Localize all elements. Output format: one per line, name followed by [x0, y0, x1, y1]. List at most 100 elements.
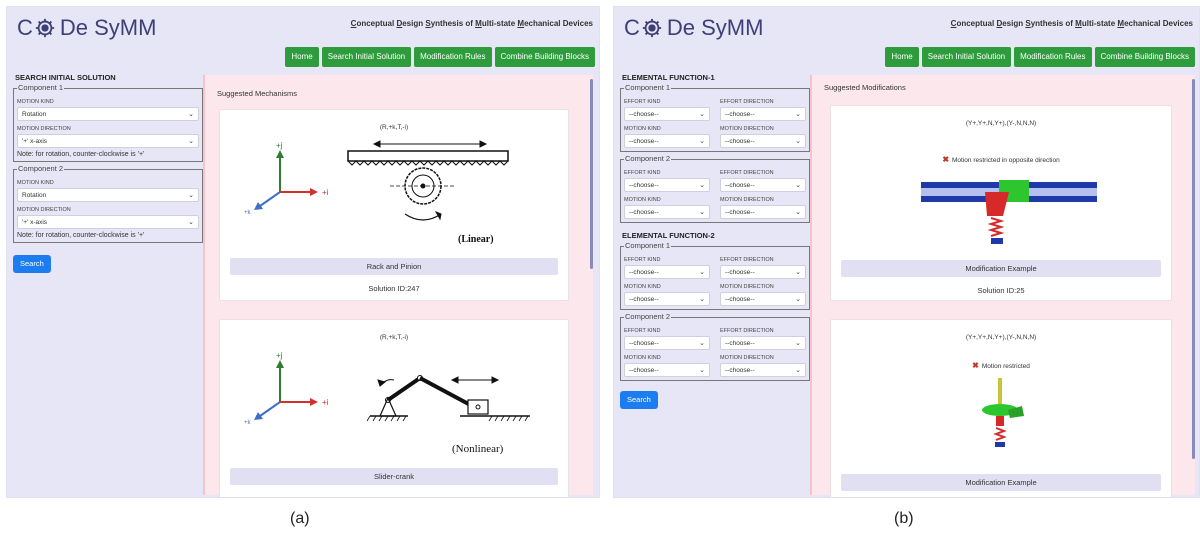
chevron-down-icon: ⌄: [699, 296, 705, 303]
axis-label-j: +j: [276, 351, 283, 360]
motion-direction-select[interactable]: '+' x-axis ⌄: [17, 215, 199, 229]
subtitle-part: onceptual: [356, 19, 397, 28]
select-value: '+' x-axis: [22, 137, 48, 145]
chevron-down-icon: ⌄: [795, 182, 801, 189]
solution-id: Solution ID:247: [368, 284, 420, 293]
top-nav: Home Search Initial Solution Modificatio…: [885, 47, 1195, 67]
effort-direction-label: EFFORT DIRECTION: [720, 257, 774, 263]
choose-select[interactable]: --choose-- ⌄: [624, 107, 710, 121]
gear-icon: [35, 18, 55, 38]
nav-modification-rules-button[interactable]: Modification Rules: [414, 47, 492, 67]
subtitle-part: onceptual: [956, 19, 997, 28]
nav-home-button[interactable]: Home: [885, 47, 919, 67]
component-fields: EFFORT KIND --choose-- ⌄ MOTION KIND --choos…: [624, 94, 806, 148]
choose-select[interactable]: --choose-- ⌄: [720, 205, 806, 219]
axis-label-k: +k: [244, 420, 252, 426]
nav-modification-rules-button[interactable]: Modification Rules: [1014, 47, 1092, 67]
choose-select[interactable]: --choose-- ⌄: [720, 265, 806, 279]
scrollbar[interactable]: [1192, 79, 1195, 459]
chevron-down-icon: ⌄: [699, 367, 705, 374]
content-title: Suggested Mechanisms: [217, 89, 298, 98]
search-button[interactable]: Search: [620, 391, 658, 409]
nav-search-initial-solution-button[interactable]: Search Initial Solution: [921, 47, 1012, 67]
field-column-right: EFFORT DIRECTION --choose-- ⌄ MOTION DIRECT…: [720, 323, 806, 377]
chevron-down-icon: ⌄: [699, 138, 705, 145]
choose-select[interactable]: --choose-- ⌄: [624, 292, 710, 306]
motion-kind-label: MOTION KIND: [17, 99, 54, 105]
chevron-down-icon: ⌄: [699, 209, 705, 216]
mechanism-card: (R,+k,T,-i) +j +i +k: [219, 319, 569, 497]
chevron-down-icon: ⌄: [188, 138, 194, 145]
motion-kind-label: MOTION KIND: [624, 284, 661, 290]
choose-select[interactable]: --choose-- ⌄: [720, 134, 806, 148]
motion-kind-select[interactable]: Rotation ⌄: [17, 107, 199, 121]
function-notation: (Y+,Y+,N,Y+),(Y-,N,N,N): [965, 334, 1037, 341]
subtitle-part: esign: [1002, 19, 1026, 28]
app-logo[interactable]: C De SyMM: [624, 15, 763, 41]
select-value: '+' x-axis: [22, 218, 48, 226]
field-column-left: EFFORT KIND --choose-- ⌄ MOTION KIND --choos…: [624, 323, 710, 377]
search-button[interactable]: Search: [13, 255, 51, 273]
select-value: --choose--: [725, 295, 755, 303]
effort-kind-label: EFFORT KIND: [624, 170, 661, 176]
select-value: --choose--: [725, 110, 755, 118]
choose-select[interactable]: --choose-- ⌄: [624, 134, 710, 148]
choose-select[interactable]: --choose-- ⌄: [720, 292, 806, 306]
logo-letter: C: [624, 15, 640, 40]
chevron-down-icon: ⌄: [188, 219, 194, 226]
chevron-down-icon: ⌄: [188, 111, 194, 118]
select-value: --choose--: [629, 366, 659, 374]
subtitle-part: ulti-state: [481, 19, 518, 28]
field-column-left: EFFORT KIND --choose-- ⌄ MOTION KIND --choos…: [624, 252, 710, 306]
component-legend: Component 2: [625, 312, 671, 321]
component-fields: EFFORT KIND --choose-- ⌄ MOTION KIND --choos…: [624, 165, 806, 219]
nav-combine-building-blocks-button[interactable]: Combine Building Blocks: [494, 47, 595, 67]
app-logo[interactable]: C De SyMM: [17, 15, 156, 41]
scrollbar[interactable]: [590, 79, 593, 269]
cross-icon: ✖: [972, 361, 979, 370]
field-column-left: EFFORT KIND --choose-- ⌄ MOTION KIND --choos…: [624, 94, 710, 148]
cross-icon: ✖: [942, 155, 950, 164]
gear-icon: [642, 18, 662, 38]
motion-kind-label: MOTION KIND: [17, 180, 54, 186]
modification-example-button[interactable]: Modification Example: [841, 474, 1161, 491]
component-legend: Component 2: [625, 154, 671, 163]
search-sidebar: SEARCH INITIAL SOLUTION Component 1 MOTI…: [13, 73, 203, 273]
choose-select[interactable]: --choose-- ⌄: [624, 363, 710, 377]
logo-text: De SyMM: [666, 15, 764, 40]
motion-direction-label: MOTION DIRECTION: [720, 284, 774, 290]
choose-select[interactable]: --choose-- ⌄: [624, 265, 710, 279]
top-nav: Home Search Initial Solution Modificatio…: [285, 47, 595, 67]
select-value: Rotation: [22, 110, 47, 118]
mechanism-name-button[interactable]: Slider-crank: [230, 468, 558, 485]
chevron-down-icon: ⌄: [795, 138, 801, 145]
mechanism-card: (R,+k,T,-i) +j +i +k: [219, 109, 569, 301]
select-value: --choose--: [725, 268, 755, 276]
motion-kind-select[interactable]: Rotation ⌄: [17, 188, 199, 202]
nav-home-button[interactable]: Home: [285, 47, 319, 67]
slider-crank-drawing: [366, 375, 530, 422]
select-value: Rotation: [22, 191, 47, 199]
restriction-status: ✖ Motion restricted in opposite direction: [831, 155, 1171, 164]
effort-kind-label: EFFORT KIND: [624, 328, 661, 334]
choose-select[interactable]: --choose-- ⌄: [720, 178, 806, 192]
mechanism-name-button[interactable]: Rack and Pinion: [230, 258, 558, 275]
component-1-group: Component 1 MOTION KIND Rotation ⌄ MOTIO…: [13, 84, 203, 162]
rotation-note: Note: for rotation, counter-clockwise is…: [17, 232, 145, 239]
subtitle-part: M: [475, 19, 482, 28]
choose-select[interactable]: --choose-- ⌄: [624, 336, 710, 350]
motion-direction-label: MOTION DIRECTION: [17, 207, 71, 213]
nav-combine-building-blocks-button[interactable]: Combine Building Blocks: [1094, 47, 1195, 67]
status-text: Motion restricted in opposite direction: [952, 157, 1060, 164]
choose-select[interactable]: --choose-- ⌄: [720, 363, 806, 377]
nav-search-initial-solution-button[interactable]: Search Initial Solution: [321, 47, 412, 67]
choose-select[interactable]: --choose-- ⌄: [720, 107, 806, 121]
select-value: --choose--: [725, 137, 755, 145]
choose-select[interactable]: --choose-- ⌄: [720, 336, 806, 350]
component-legend: Component 1: [625, 83, 671, 92]
modification-example-button[interactable]: Modification Example: [841, 260, 1161, 277]
motion-direction-select[interactable]: '+' x-axis ⌄: [17, 134, 199, 148]
function-2-component-1-group: Component 1 EFFORT KIND --choose-- ⌄ MOTION …: [620, 242, 810, 310]
choose-select[interactable]: --choose-- ⌄: [624, 178, 710, 192]
choose-select[interactable]: --choose-- ⌄: [624, 205, 710, 219]
